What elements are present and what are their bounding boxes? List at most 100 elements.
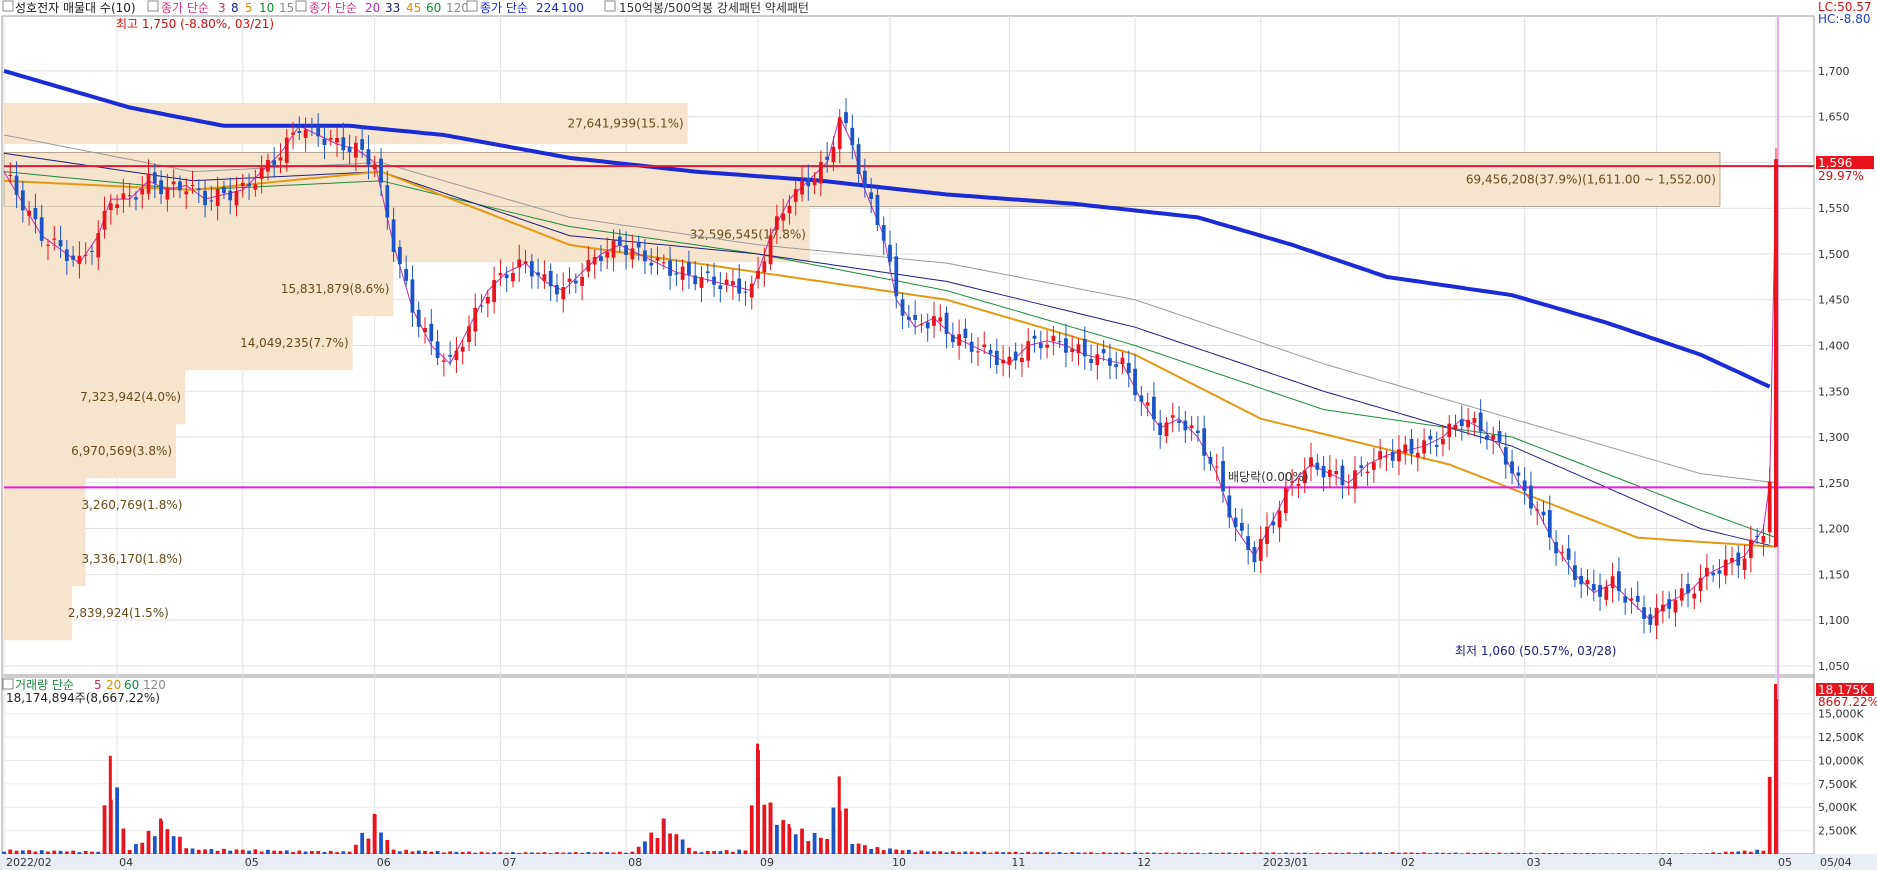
price-tick-12: 1,100 (1818, 614, 1850, 627)
candle-body-35 (222, 186, 226, 194)
candle-body-272 (1711, 572, 1716, 576)
candle-body-81 (511, 272, 515, 282)
candle-body-169 (1064, 338, 1068, 353)
time-tick-5: 08 (628, 856, 642, 869)
hc-readout: HC:-8.80 (1818, 12, 1871, 26)
volume-bar-191 (1202, 853, 1207, 854)
volume-last: 18,174,894주(8,667.22%) (6, 691, 160, 705)
candle-body-67 (423, 328, 427, 333)
candle-body-167 (1051, 335, 1056, 341)
volume-bar-117 (737, 849, 742, 854)
time-tick-14: 05 (1778, 856, 1792, 869)
ma-b-2: 45 (406, 1, 421, 15)
volume-bar-172 (1082, 852, 1087, 854)
candle-body-258 (1623, 596, 1628, 603)
volume-spike-20 (756, 743, 760, 854)
candle-body-255 (1604, 586, 1609, 600)
volume-bar-57 (360, 832, 365, 854)
volume-toggle-icon[interactable] (2, 678, 14, 690)
ma-b-4: 120 (446, 1, 469, 15)
candle-body-120 (756, 270, 760, 279)
candle-body-92 (580, 276, 584, 286)
candle-body-220 (1384, 456, 1389, 458)
low-annotation: 최저 1,060 (50.57%, 03/28) (1455, 644, 1616, 658)
volume-bar-257 (1617, 853, 1621, 854)
volume-bar-193 (1214, 852, 1219, 854)
volume-bar-68 (429, 851, 434, 854)
stock-chart-canvas[interactable]: 27,641,939(15.1%) 69,456,208(37.9%)(1,611… (0, 0, 1877, 870)
legend-toggle-icon[interactable] (2, 0, 14, 12)
candle-body-79 (498, 273, 503, 276)
volume-bar-176 (1108, 852, 1112, 854)
candle-body-148 (932, 316, 936, 326)
volume-bar-269 (1692, 853, 1697, 854)
vol-ma-60: 60 (124, 678, 139, 692)
volume-bar-88 (555, 852, 559, 854)
candle-body-122 (768, 235, 773, 265)
candle-body-54 (341, 137, 346, 151)
vol-ma-120: 120 (143, 678, 166, 692)
volume-bar-3 (20, 850, 25, 854)
volume-bar-171 (1076, 852, 1081, 854)
volume-tick-5: 2,500K (1818, 825, 1857, 838)
profile-label-3: 15,831,879(8.6%) (281, 282, 390, 296)
volume-bar-102 (643, 841, 647, 854)
candle-body-247 (1554, 542, 1558, 554)
candle-body-179 (1126, 363, 1131, 373)
candle-body-102 (643, 250, 647, 262)
volume-bar-190 (1196, 852, 1200, 854)
candle-body-100 (630, 248, 635, 260)
candle-body-71 (448, 354, 453, 357)
ma-b-3: 60 (426, 1, 441, 15)
volume-bar-15 (96, 851, 101, 854)
candle-body-267 (1679, 588, 1684, 601)
volume-bar-99 (624, 852, 628, 854)
volume-bar-245 (1541, 852, 1546, 854)
volume-bar-55 (347, 851, 352, 854)
candle-body-246 (1547, 510, 1552, 538)
volume-tick-1: 12,500K (1818, 731, 1864, 744)
volume-bar-12 (77, 852, 82, 854)
ma-toggle-icon-b[interactable] (295, 0, 307, 12)
candle-body-28 (178, 181, 182, 191)
candle-body-97 (611, 240, 616, 258)
candle-body-222 (1397, 449, 1401, 462)
volume-bar-251 (1579, 853, 1584, 854)
volume-bar-7 (46, 851, 50, 854)
candle-body-281 (1767, 481, 1772, 533)
volume-bar-184 (1158, 852, 1163, 854)
candle-body-108 (680, 266, 685, 280)
candle-body-56 (354, 142, 358, 158)
candle-body-80 (504, 274, 509, 279)
volume-bar-23 (146, 830, 151, 854)
volume-bar-70 (441, 852, 446, 854)
volume-bar-37 (234, 849, 239, 854)
ma-a-0: 3 (218, 1, 226, 15)
volume-bar-192 (1208, 852, 1213, 854)
candle-body-145 (913, 314, 918, 320)
volume-bar-53 (335, 852, 339, 854)
candle-body-158 (994, 350, 999, 366)
time-tick-0: 2022/02 (6, 856, 52, 869)
volume-bar-168 (1057, 852, 1062, 854)
ma-toggle-icon[interactable] (147, 0, 159, 12)
volume-bar-91 (573, 852, 578, 854)
x-axis-bar (0, 854, 1877, 870)
volume-panel[interactable] (1, 676, 1815, 855)
candle-body-196 (1233, 517, 1238, 528)
candle-body-199 (1252, 546, 1257, 563)
candle-body-112 (705, 271, 710, 273)
candle-body-256 (1610, 576, 1615, 589)
candle-body-185 (1164, 422, 1169, 437)
pattern-toggle-icon[interactable] (604, 0, 616, 12)
volume-bar-196 (1233, 852, 1238, 854)
candle-body-119 (749, 283, 754, 298)
candle-body-53 (335, 137, 339, 143)
candle-body-6 (39, 217, 44, 241)
candle-body-75 (473, 307, 478, 332)
ma-toggle-icon-c[interactable] (466, 0, 478, 12)
volume-bar-11 (71, 850, 76, 854)
volume-spike-25 (837, 776, 841, 854)
volume-bar-129 (812, 832, 817, 854)
candle-body-87 (548, 271, 553, 287)
